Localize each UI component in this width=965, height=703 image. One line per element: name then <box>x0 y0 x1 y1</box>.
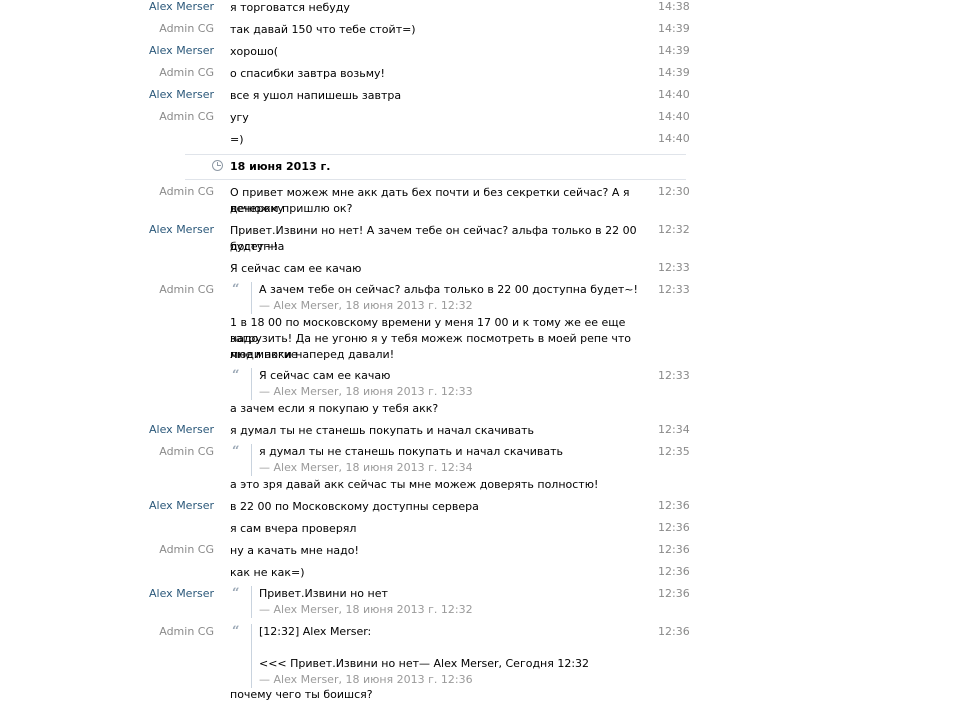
quote-icon: “ <box>232 624 240 639</box>
message-time: 12:36 <box>658 521 690 534</box>
sender-name[interactable]: Alex Merser <box>149 88 214 101</box>
quote-icon: “ <box>232 586 240 601</box>
quote-block: я думал ты не станешь покупать и начал с… <box>251 444 649 476</box>
quote-text: Привет.Извини но нет <box>259 587 388 600</box>
message-time: 12:34 <box>658 423 690 436</box>
sender-name[interactable]: Admin CG <box>159 283 214 296</box>
quote-icon: “ <box>232 444 240 459</box>
message-time: 14:39 <box>658 44 690 57</box>
clock-icon <box>212 160 223 171</box>
message-text: как не как=) <box>230 566 305 579</box>
message-time: 12:36 <box>658 565 690 578</box>
message-text: вечером пришлю ок? <box>230 202 353 215</box>
quote-icon: “ <box>232 368 240 383</box>
sender-name[interactable]: Admin CG <box>159 543 214 556</box>
message-text: о спасибки завтра возьму! <box>230 67 385 80</box>
message-text: так давай 150 что тебе стойт=) <box>230 23 416 36</box>
day-separator-label: 18 июня 2013 г. <box>230 160 331 173</box>
quote-text: А зачем тебе он сейчас? альфа только в 2… <box>259 283 638 296</box>
message-time: 12:36 <box>658 587 690 600</box>
quote-text: <<< Привет.Извини но нет— Alex Merser, С… <box>259 657 590 670</box>
quote-block: Привет.Извини но нет — Alex Merser, 18 и… <box>251 586 649 618</box>
message-text: я торговатся небуду <box>230 1 350 14</box>
message-text: а это зря давай акк сейчас ты мне можеж … <box>230 478 599 491</box>
quote-meta: — Alex Merser, 18 июня 2013 г. 12:32 <box>259 299 473 312</box>
message-time: 14:40 <box>658 110 690 123</box>
message-text: хорошо( <box>230 45 279 58</box>
quote-text: я думал ты не станешь покупать и начал с… <box>259 445 563 458</box>
sender-name[interactable]: Admin CG <box>159 66 214 79</box>
message-time: 12:36 <box>658 543 690 556</box>
message-time: 12:33 <box>658 283 690 296</box>
quote-meta: — Alex Merser, 18 июня 2013 г. 12:33 <box>259 385 473 398</box>
message-time: 12:30 <box>658 185 690 198</box>
sender-name[interactable]: Alex Merser <box>149 223 214 236</box>
message-time: 12:33 <box>658 369 690 382</box>
message-text: будет~! <box>230 240 278 253</box>
message-text: в 22 00 по Московскому доступны сервера <box>230 500 479 513</box>
quote-block: Я сейчас сам ее качаю — Alex Merser, 18 … <box>251 368 649 400</box>
sender-name[interactable]: Admin CG <box>159 185 214 198</box>
chat-history: Alex Merser я торговатся небуду 14:38 Ad… <box>0 0 965 701</box>
message-text: Я сейчас сам ее качаю <box>230 262 362 275</box>
sender-name[interactable]: Alex Merser <box>149 44 214 57</box>
message-time: 12:36 <box>658 625 690 638</box>
sender-name[interactable]: Admin CG <box>159 445 214 458</box>
message-time: 12:33 <box>658 261 690 274</box>
message-text: ну а качать мне надо! <box>230 544 359 557</box>
sender-name[interactable]: Admin CG <box>159 625 214 638</box>
day-separator-bottom-line <box>185 179 686 180</box>
message-time: 14:39 <box>658 66 690 79</box>
sender-name[interactable]: Alex Merser <box>149 0 214 13</box>
message-time: 12:32 <box>658 223 690 236</box>
quote-block: А зачем тебе он сейчас? альфа только в 2… <box>251 282 649 314</box>
quote-icon: “ <box>232 282 240 297</box>
message-text: все я ушол напишешь завтра <box>230 89 402 102</box>
message-text: я думал ты не станешь покупать и начал с… <box>230 424 534 437</box>
message-text: а зачем если я покупаю у тебя акк? <box>230 402 439 415</box>
quote-text: [12:32] Alex Merser: <box>259 625 372 638</box>
message-time: 14:38 <box>658 0 690 13</box>
message-text: =) <box>230 133 244 146</box>
quote-meta: — Alex Merser, 18 июня 2013 г. 12:36 <box>259 673 473 686</box>
sender-name[interactable]: Admin CG <box>159 110 214 123</box>
quote-block: [12:32] Alex Merser: <<< Привет.Извини н… <box>251 624 649 688</box>
day-separator-top-line <box>185 154 686 155</box>
message-time: 12:36 <box>658 499 690 512</box>
message-text: почему чего ты боишся? <box>230 688 373 701</box>
sender-name[interactable]: Admin CG <box>159 22 214 35</box>
quote-meta: — Alex Merser, 18 июня 2013 г. 12:34 <box>259 461 473 474</box>
quote-text: Я сейчас сам ее качаю <box>259 369 391 382</box>
sender-name[interactable]: Alex Merser <box>149 499 214 512</box>
message-time: 14:39 <box>658 22 690 35</box>
sender-name[interactable]: Alex Merser <box>149 587 214 600</box>
message-time: 14:40 <box>658 132 690 145</box>
sender-name[interactable]: Alex Merser <box>149 423 214 436</box>
message-text: я сам вчера проверял <box>230 522 357 535</box>
message-time: 12:35 <box>658 445 690 458</box>
quote-spacer <box>259 640 649 656</box>
message-text: угу <box>230 111 249 124</box>
message-text: люди акки наперед давали! <box>230 348 395 361</box>
message-time: 14:40 <box>658 88 690 101</box>
quote-meta: — Alex Merser, 18 июня 2013 г. 12:32 <box>259 603 473 616</box>
